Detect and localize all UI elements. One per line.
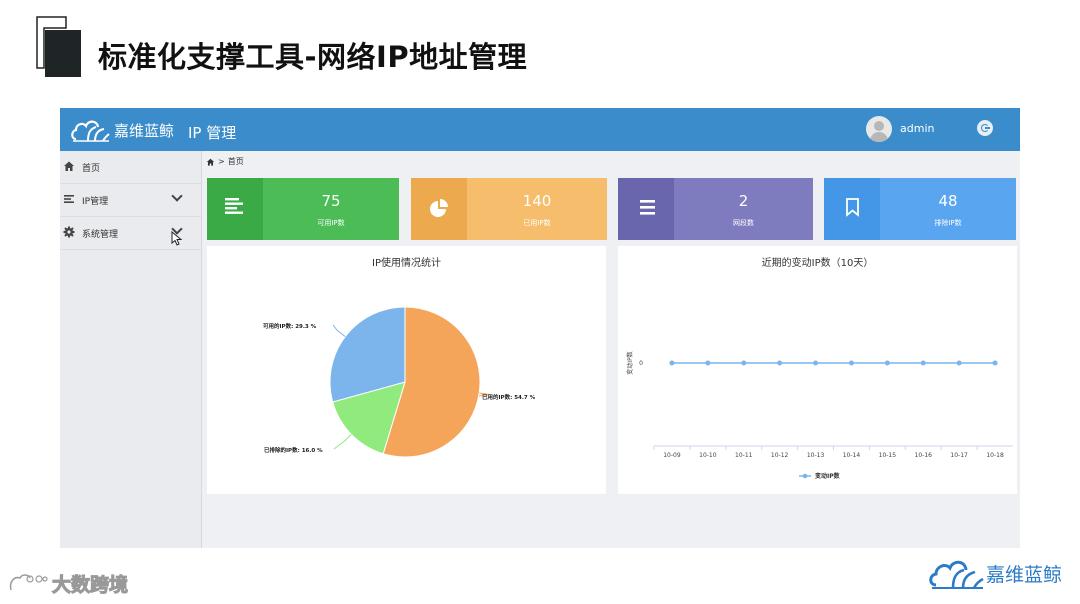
sidebar-item-label: IP管理	[82, 197, 109, 207]
sidebar-item-ip-management[interactable]: IP管理	[60, 184, 201, 217]
legend-marker	[802, 473, 808, 479]
data-point[interactable]	[920, 360, 926, 366]
stat-value: 75	[321, 192, 341, 210]
stat-icon-box	[618, 178, 674, 240]
ip-management-app: 嘉维蓝鲸 IP 管理 admin 首页 IP管理 系统管理 > 首页 75 可用…	[60, 108, 1020, 548]
gear-icon	[63, 226, 75, 238]
data-point[interactable]	[848, 360, 854, 366]
x-tick-label: 10-15	[879, 452, 897, 459]
sidebar-item-label: 首页	[82, 164, 101, 174]
stat-icon-box	[411, 178, 467, 240]
data-point[interactable]	[884, 360, 890, 366]
stat-card-segments[interactable]: 2 网段数	[618, 178, 813, 240]
sidebar-item-system-management[interactable]: 系统管理	[60, 217, 201, 250]
bars-icon	[225, 198, 243, 214]
user-avatar[interactable]	[866, 116, 892, 142]
brand-logo[interactable]: 嘉维蓝鲸	[70, 115, 174, 145]
data-point[interactable]	[956, 360, 962, 366]
pie-connector-line	[333, 434, 352, 450]
mouse-pointer-icon	[171, 231, 183, 246]
logout-icon[interactable]	[977, 120, 993, 136]
x-tick-label: 10-11	[735, 452, 753, 459]
data-point[interactable]	[705, 360, 711, 366]
avatar-body	[870, 132, 888, 142]
footer-left-logo: 大数跨境	[8, 570, 129, 597]
dashuju-logo-icon	[9, 573, 48, 590]
ip-change-line-chart: 变动IP数 0 10-09 10-10 10-11 10-12 10-13 10-14 10-1…	[626, 351, 1013, 480]
x-tick-label: 10-17	[950, 452, 968, 459]
chevron-down-icon[interactable]	[171, 190, 183, 202]
username[interactable]: admin	[900, 122, 934, 135]
stat-label: 可用IP数	[317, 219, 345, 227]
stat-label: 已用IP数	[523, 219, 551, 227]
footer-right-logo-text: 嘉维蓝鲸	[986, 563, 1063, 586]
pie-icon	[430, 199, 448, 217]
x-tick-label: 10-09	[663, 452, 681, 459]
data-point[interactable]	[741, 360, 747, 366]
y-axis-label: 变动IP数	[626, 351, 634, 374]
stat-card-used-ip[interactable]: 140 已用IP数	[411, 178, 607, 240]
footer-left-logo-text: 大数跨境	[51, 574, 129, 597]
breadcrumb-current: 首页	[227, 157, 244, 166]
y-tick-label: 0	[639, 360, 643, 367]
x-tick-label: 10-12	[771, 452, 789, 459]
page-name: IP 管理	[188, 124, 237, 142]
x-tick-label: 10-14	[843, 452, 861, 459]
breadcrumb-separator: >	[218, 157, 225, 166]
stat-card-excluded-ip[interactable]: 48 排除IP数	[824, 178, 1016, 240]
pie-slice-label: 已用的IP数: 54.7 %	[482, 393, 536, 401]
x-tick-label: 10-10	[699, 452, 717, 459]
avatar-head	[874, 121, 884, 131]
stat-icon-box	[207, 178, 263, 240]
footer-right-logo: 嘉维蓝鲸	[928, 556, 1062, 590]
x-tick-label: 10-13	[807, 452, 825, 459]
breadcrumb: > 首页	[206, 156, 244, 167]
top-bar: 嘉维蓝鲸 IP 管理 admin	[60, 108, 1020, 151]
stat-value: 140	[522, 192, 552, 210]
legend-label[interactable]: 变动IP数	[815, 472, 841, 480]
stat-value: 2	[738, 192, 749, 210]
cloud-logo-icon	[929, 560, 984, 589]
data-point[interactable]	[777, 360, 783, 366]
home-icon	[64, 161, 74, 171]
pie-slice-label: 可用的IP数: 29.3 %	[263, 322, 317, 330]
bookmark-icon	[846, 198, 859, 217]
data-point[interactable]	[992, 360, 998, 366]
x-tick-label: 10-18	[986, 452, 1004, 459]
ip-usage-pie-chart: 已用的IP数: 54.7 % 已排除的IP数: 16.0 % 可用的IP数: 29.…	[263, 306, 536, 458]
stat-value: 48	[938, 192, 958, 210]
stat-card-available-ip[interactable]: 75 可用IP数	[207, 178, 399, 240]
data-point[interactable]	[813, 360, 819, 366]
stat-icon-box	[824, 178, 880, 240]
pie-connector-line	[332, 324, 346, 337]
ip-change-line-panel: 近期的变动IP数（10天） 变动IP数 0 10-09 10-10 10-11 10-12…	[618, 246, 1017, 494]
pie-slice-label: 已排除的IP数: 16.0 %	[264, 446, 323, 454]
data-point[interactable]	[669, 360, 675, 366]
cloud-logo-icon	[71, 120, 110, 142]
sidebar-item-home[interactable]: 首页	[60, 151, 201, 184]
x-tick-label: 10-16	[915, 452, 933, 459]
stat-label: 排除IP数	[934, 219, 962, 227]
slide-title: 标准化支撑工具-网络IP地址管理	[98, 40, 528, 74]
menu-icon	[640, 200, 655, 215]
stat-label: 网段数	[733, 219, 754, 227]
list-icon	[64, 195, 74, 203]
home-icon[interactable]	[206, 158, 215, 166]
brand-name: 嘉维蓝鲸	[114, 121, 175, 140]
slide-title-mark	[36, 16, 81, 77]
sidebar: 首页 IP管理 系统管理	[60, 151, 202, 548]
sidebar-item-label: 系统管理	[82, 230, 119, 240]
ip-usage-pie-panel: IP使用情况统计 已用的IP数: 54.7 % 已排除的IP数: 16.0 % 可用…	[207, 246, 606, 494]
